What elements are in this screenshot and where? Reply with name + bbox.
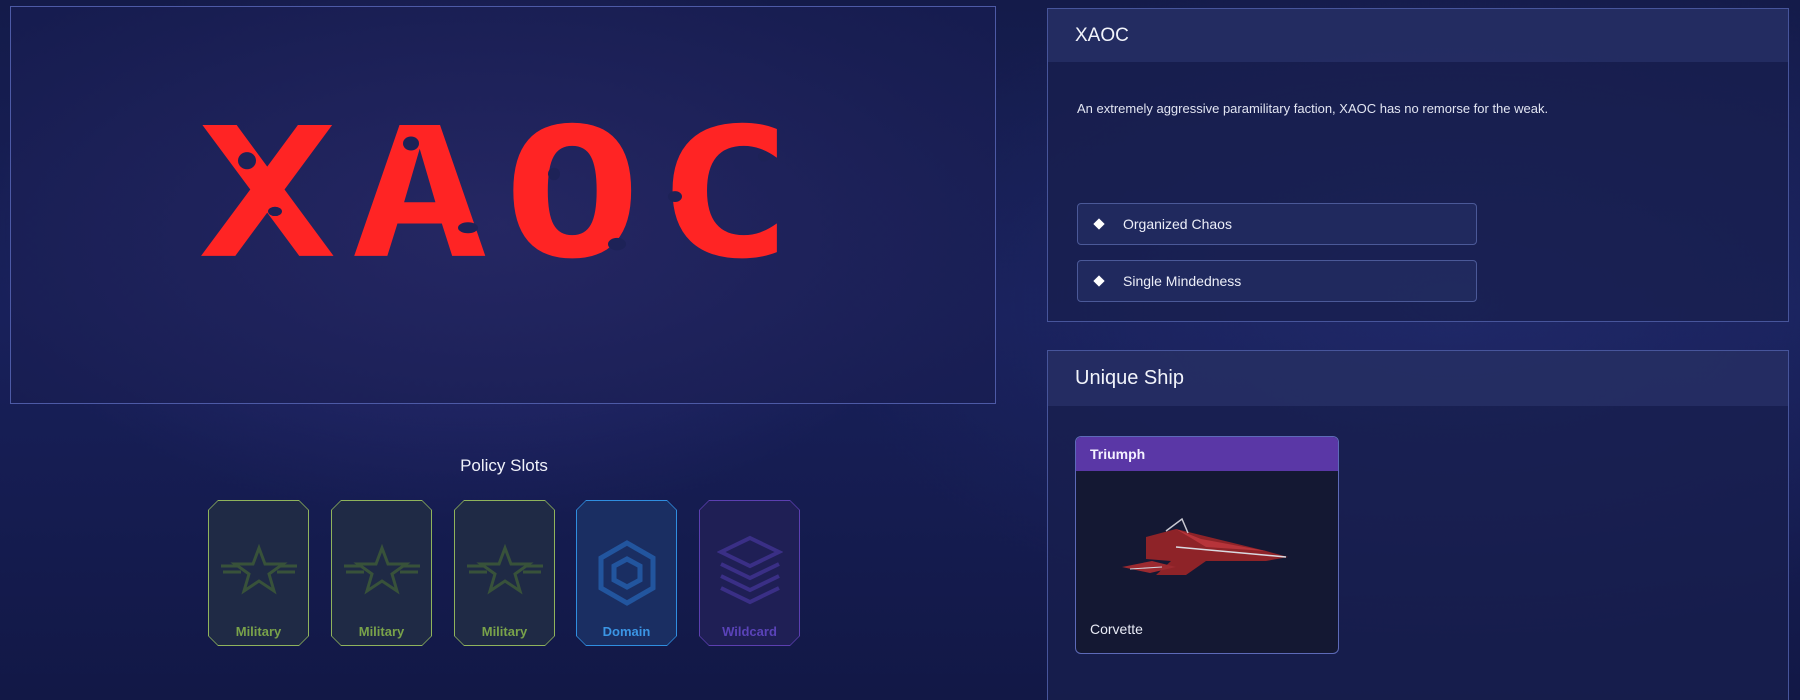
unique-ship-title: Unique Ship [1048, 351, 1788, 406]
policy-slot-military-3[interactable]: Military [454, 500, 555, 646]
star-wings-icon [343, 544, 420, 595]
faction-logo-text: XAOC [198, 90, 808, 299]
star-wings-icon [466, 544, 543, 595]
hexagon-icon [598, 540, 655, 606]
faction-info-panel: XAOC An extremely aggressive paramilitar… [1047, 8, 1789, 322]
ship-class: Corvette [1090, 621, 1143, 637]
policy-slot-label: Domain [602, 624, 651, 639]
layers-icon [716, 535, 783, 605]
faction-banner: XAOC [10, 6, 996, 404]
faction-description: An extremely aggressive paramilitary fac… [1077, 101, 1549, 116]
policy-slot-wildcard[interactable]: Wildcard [699, 500, 800, 646]
policy-slot-label: Wildcard [722, 624, 777, 639]
policy-slots-title: Policy Slots [460, 456, 548, 475]
policy-slot-label: Military [358, 624, 405, 639]
star-wings-icon [220, 544, 297, 595]
policy-slot-domain[interactable]: Domain [576, 500, 677, 646]
policy-slot-military-2[interactable]: Military [331, 500, 432, 646]
ship-name: Triumph [1076, 437, 1338, 471]
faction-logo: XAOC [198, 105, 808, 284]
unique-ship-panel: Unique Ship Triumph Corvette [1047, 350, 1789, 700]
faction-name: XAOC [1048, 9, 1788, 62]
faction-trait-single-mindedness[interactable]: Single Mindedness [1077, 260, 1477, 302]
diamond-bullet-icon [1093, 218, 1105, 230]
diamond-bullet-icon [1093, 275, 1105, 287]
policy-slot-military-1[interactable]: Military [208, 500, 309, 646]
policy-slot-label: Military [481, 624, 528, 639]
ship-card[interactable]: Triumph Corvette [1075, 436, 1339, 654]
policy-slot-label: Military [235, 624, 282, 639]
corvette-ship-image [1122, 517, 1288, 575]
trait-label: Single Mindedness [1123, 273, 1242, 289]
trait-label: Organized Chaos [1123, 216, 1232, 232]
faction-trait-organized-chaos[interactable]: Organized Chaos [1077, 203, 1477, 245]
